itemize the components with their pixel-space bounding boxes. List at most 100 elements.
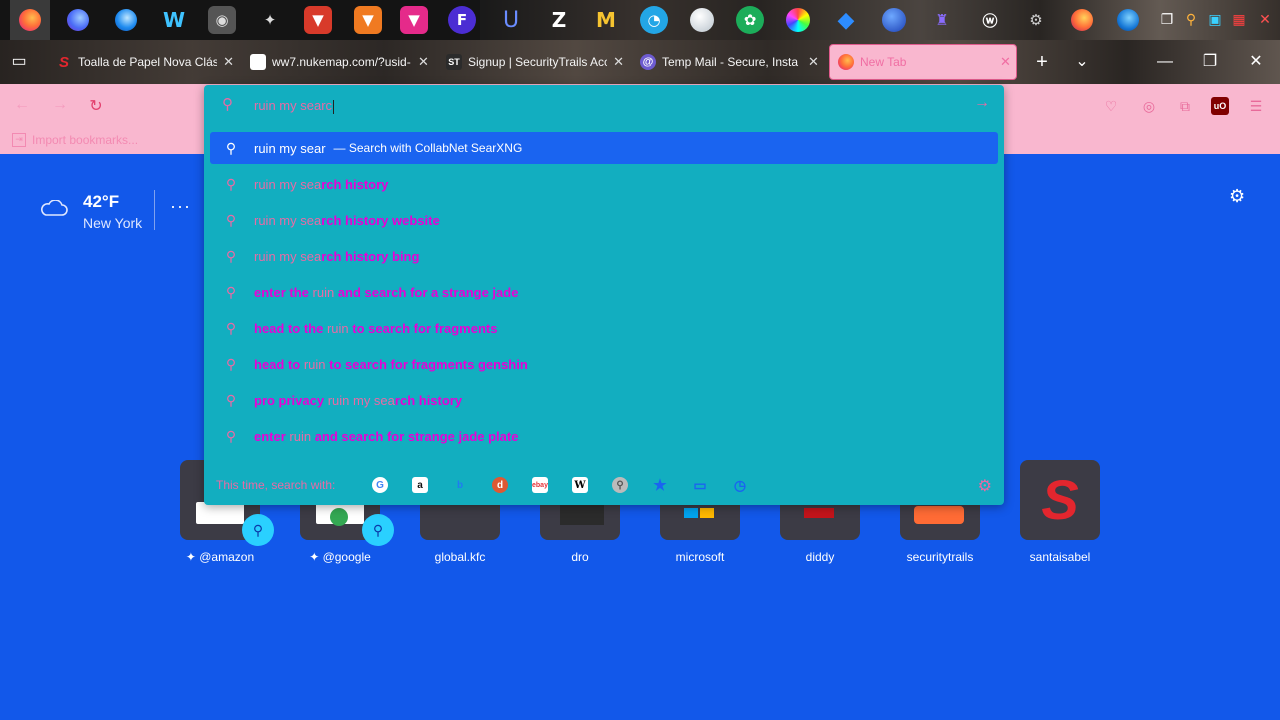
edge-icon[interactable] [1114, 6, 1142, 34]
firefox-dev-icon[interactable] [64, 6, 92, 34]
suggestion-part: ruin [289, 428, 312, 444]
rainbow-icon[interactable] [784, 6, 812, 34]
suggestion-part: ruin [303, 356, 326, 372]
f-app-icon[interactable]: F [448, 6, 476, 34]
suggestion-row[interactable]: ⚲ ruin my search history [210, 168, 998, 200]
white-circle-icon[interactable] [688, 6, 716, 34]
tab-close-icon[interactable]: ✕ [613, 54, 624, 70]
fox-pink-icon[interactable]: ▼ [400, 6, 428, 34]
url-bar[interactable]: ⚲ ruin my searc → [204, 85, 1004, 125]
forward-icon[interactable]: → [50, 96, 70, 114]
close-icon[interactable]: ✕ [1256, 10, 1274, 28]
customize-gear-icon[interactable]: ⚙ [1229, 186, 1245, 207]
back-icon[interactable]: ← [12, 96, 32, 114]
bing-icon[interactable]: b [452, 477, 468, 493]
search-app-icon[interactable]: ⚲ [1182, 10, 1200, 28]
ebay-icon[interactable]: ebay [532, 477, 548, 493]
raccoon-icon[interactable]: ◉ [208, 6, 236, 34]
suggestion-row[interactable]: ⚲ pro privacy ruin my search history [210, 384, 998, 416]
google-icon[interactable]: G [372, 477, 388, 493]
globe-icon[interactable]: ◆ [832, 6, 860, 34]
tab-3[interactable]: @ Temp Mail - Secure, Insta ✕ [640, 44, 820, 80]
shortcut-label-text: securitytrails [906, 550, 974, 564]
new-tab-icon[interactable]: + [1033, 52, 1051, 72]
firefox-icon [838, 54, 854, 70]
restore-icon[interactable]: ❐ [1201, 54, 1219, 70]
search-engine-icon[interactable]: ⚲ [612, 477, 628, 493]
list-tabs-icon[interactable]: ⌄ [1073, 54, 1091, 70]
wikipedia-icon[interactable]: W [572, 477, 588, 493]
go-arrow-icon[interactable]: → [974, 94, 990, 112]
blue-circle-icon[interactable]: ◔ [640, 6, 668, 34]
bookmarks-star-icon[interactable]: ★ [652, 477, 668, 494]
tabs-icon[interactable]: ▭ [692, 477, 708, 493]
tab-title: Temp Mail - Secure, Insta [662, 55, 799, 69]
task-view-icon[interactable]: ❐ [1158, 10, 1176, 28]
suggestion-selected[interactable]: ⚲ ruin my sear — Search with CollabNet S… [210, 132, 998, 164]
close-window-icon[interactable]: ✕ [1247, 54, 1265, 70]
menu-icon[interactable]: ☰ [1247, 97, 1265, 115]
tab-close-icon[interactable]: ✕ [808, 54, 819, 70]
amazon-icon[interactable]: a [412, 477, 428, 493]
suggestion-row[interactable]: ⚲ enter the ruin and search for a strange… [210, 276, 998, 308]
suggestion-text: enter ruin and search for strange jade p… [254, 429, 518, 444]
shortcut-label-text: diddy [805, 550, 835, 564]
fox-orange-icon[interactable]: ▼ [354, 6, 382, 34]
tab-close-icon[interactable]: ✕ [1000, 54, 1011, 70]
minimize-icon[interactable]: — [1156, 54, 1174, 70]
wordpress-icon[interactable]: ⓦ [976, 6, 1004, 34]
store-icon[interactable]: ▣ [1206, 10, 1224, 28]
duckduckgo-icon[interactable]: d [492, 477, 508, 493]
ublock-icon[interactable]: uO [1211, 97, 1229, 115]
taskbar: W ◉ ✦ ▼ ▼ ▼ F U Z M ◔ ✿ ◆ ♜ ⓦ ⚙ ❐ ⚲ ▣ ▦ … [0, 0, 1280, 40]
firefox-view-icon[interactable]: ▭ [10, 54, 28, 70]
suggestion-row[interactable]: ⚲ enter ruin and search for strange jade … [210, 420, 998, 452]
extensions-icon[interactable]: ⧉ [1176, 97, 1194, 115]
tab-4[interactable]: New Tab ✕ [829, 44, 1017, 80]
tab-favicon [250, 54, 266, 70]
url-input[interactable]: ruin my searc [254, 98, 335, 114]
text-caret [333, 99, 335, 114]
shortcut-tile[interactable]: Ssantaisabel [1020, 460, 1100, 564]
suggestion-row[interactable]: ⚲ ruin my search history bing [210, 240, 998, 272]
firefox-blue-icon[interactable] [112, 6, 140, 34]
tab-2[interactable]: ST Signup | SecurityTrails Acc ✕ [446, 44, 624, 80]
pocket-icon[interactable]: ♡ [1102, 97, 1120, 115]
suggestion-part: ruin my sea [327, 392, 395, 408]
suggestion-part: rch for a strange jade [386, 284, 519, 300]
w-app-icon[interactable]: W [160, 6, 188, 34]
reload-icon[interactable]: ↻ [86, 96, 106, 116]
tab-strip: ▭ S Toalla de Papel Nova Clás ✕ ww7.nuke… [0, 40, 1280, 84]
suggestion-row[interactable]: ⚲ ruin my search history website [210, 204, 998, 236]
search-settings-icon[interactable]: ⚙ [978, 476, 992, 496]
tab-0[interactable]: S Toalla de Papel Nova Clás ✕ [56, 44, 234, 80]
tab-1[interactable]: ww7.nukemap.com/?usid- ✕ [250, 44, 430, 80]
divider [154, 190, 155, 230]
account-icon[interactable]: ◎ [1140, 97, 1158, 115]
search-icon: ⚲ [225, 427, 237, 444]
suggestion-row[interactable]: ⚲ head to ruin to search for fragments ge… [210, 348, 998, 380]
m-app-icon[interactable]: M [592, 6, 620, 34]
search-icon: ⚲ [225, 283, 237, 300]
url-dropdown: ⚲ ruin my searc → ⚲ ruin my sear — Searc… [204, 85, 1004, 505]
weather-menu-icon[interactable]: ··· [170, 196, 191, 217]
fox-red-icon[interactable]: ▼ [304, 6, 332, 34]
z-app-icon[interactable]: Z [545, 6, 573, 34]
settings-app-icon[interactable]: ⚙ [1022, 6, 1050, 34]
blue-ball-icon[interactable] [880, 6, 908, 34]
suggestion-part: rch for fragments genshin [366, 356, 528, 372]
history-icon[interactable]: ◷ [732, 477, 748, 493]
import-bookmarks-button[interactable]: ⇥ Import bookmarks... [12, 133, 138, 147]
tab-close-icon[interactable]: ✕ [418, 54, 429, 70]
tray-app-icon[interactable]: ▦ [1230, 10, 1248, 28]
suggestion-row[interactable]: ⚲ head to the ruin to search for fragment… [210, 312, 998, 344]
green-icon[interactable]: ✿ [736, 6, 764, 34]
u-app-icon[interactable]: U [497, 6, 525, 34]
suggestion-part: rch history bing [321, 248, 420, 264]
firefox-orange-icon[interactable] [1068, 6, 1096, 34]
tab-close-icon[interactable]: ✕ [223, 54, 234, 70]
search-shortcut-icon: ⚲ [242, 514, 274, 546]
bird-icon[interactable]: ✦ [256, 6, 284, 34]
firefox-icon[interactable] [10, 0, 50, 40]
purple-app-icon[interactable]: ♜ [928, 6, 956, 34]
